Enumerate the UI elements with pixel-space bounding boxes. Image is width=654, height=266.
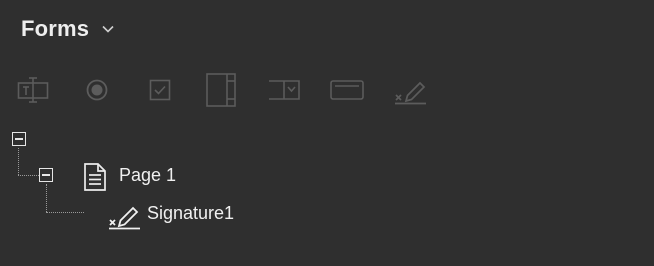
form-fields-tree: Page 1 Signature1 [0,120,654,260]
list-box-tool-button[interactable] [204,70,238,110]
forms-dropdown[interactable]: Forms [21,14,115,44]
checkbox-tool-button[interactable] [145,70,175,110]
combo-box-icon [269,80,300,100]
signature-icon [395,81,426,105]
form-field-toolbar [0,70,654,110]
tree-connector [46,184,47,212]
page-node-label: Page 1 [119,165,177,185]
list-box-icon [206,73,236,107]
chevron-down-icon [102,25,114,33]
page-collapse-toggle[interactable] [39,168,53,182]
signature-tool-button[interactable] [391,70,431,110]
tree-connector [18,175,39,176]
button-icon [330,80,364,100]
button-tool-button[interactable] [328,70,366,110]
radio-button-tool-button[interactable] [82,70,112,110]
tree-connector [18,148,19,175]
tree-connector [46,212,84,213]
text-field-icon [17,77,49,103]
root-collapse-toggle[interactable] [12,132,26,146]
checkbox-icon [149,79,171,101]
panel-title: Forms [21,16,90,41]
signature-field-label: Signature1 [147,203,235,223]
signature-field-icon [109,206,140,230]
page-icon [84,163,106,191]
forms-panel: Forms Page 1 Signature1 [0,0,654,266]
text-field-tool-button[interactable] [16,70,50,110]
combo-box-tool-button[interactable] [266,70,302,110]
radio-button-icon [86,79,108,101]
